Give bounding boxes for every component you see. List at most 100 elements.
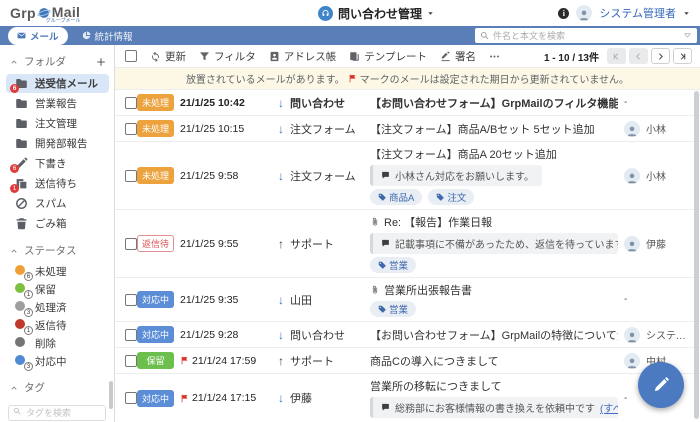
tab-statistics-label: 統計情報 (94, 31, 133, 43)
user-avatar[interactable] (576, 5, 593, 21)
info-icon[interactable]: i (558, 7, 570, 19)
sidebar-scrollbar[interactable] (109, 381, 113, 409)
sidebar-status-item[interactable]: 3 対応中 (6, 353, 109, 371)
status-label: 処理済 (35, 302, 67, 314)
sidebar-folder-item[interactable]: 6 下書き (6, 154, 109, 173)
tag-search-input[interactable] (8, 405, 106, 421)
folder-label: 送信待ち (35, 178, 77, 190)
status-count-badge: 1 (24, 290, 33, 299)
email-checkbox[interactable] (125, 122, 137, 135)
user-name[interactable]: システム管理者 (599, 5, 676, 21)
folder-icon (15, 117, 28, 130)
sidebar-folder-item[interactable]: 営業報告 (6, 94, 109, 113)
search-options-caret-icon[interactable] (683, 31, 692, 40)
assignee-avatar (624, 167, 640, 184)
tag-icon (436, 193, 444, 201)
email-sender: サポート (290, 355, 334, 368)
email-checkbox[interactable] (125, 293, 137, 306)
email-tag[interactable]: 商品A (370, 189, 423, 205)
next-page-button[interactable] (651, 48, 670, 64)
email-subject: 【お問い合わせフォーム】GrpMailのフィルタ機能について (370, 97, 618, 110)
mail-toolbar: 更新 フィルタ アドレス帳 テンプレート 署名 1 - 10 / 13件 (115, 45, 700, 68)
sidebar-status-item[interactable]: 3 処理済 (6, 299, 109, 317)
add-folder-button[interactable] (96, 57, 106, 67)
status-section-header[interactable]: ステータス (0, 234, 114, 263)
assignee-cell: 小林 (622, 167, 700, 184)
flag-icon (348, 74, 357, 83)
search-icon (13, 407, 21, 415)
show-all-link[interactable]: (すべて表示) (600, 400, 618, 415)
email-sender: サポート (290, 238, 334, 251)
email-row[interactable]: 未処理 21/1/25 10:42 ↓ 問い合わせ 【お問い合わせフォーム】GrpMai… (115, 90, 700, 116)
select-all-checkbox[interactable] (125, 50, 137, 62)
email-sender: 注文フォーム (290, 170, 356, 183)
compose-button[interactable] (638, 362, 684, 408)
list-scrollbar[interactable] (694, 91, 699, 419)
app-menu-label: 問い合わせ管理 (338, 6, 423, 21)
status-count-badge: 1 (24, 326, 33, 335)
pagination: 1 - 10 / 13件 (544, 48, 692, 64)
sidebar-folder-item[interactable]: 1 送信待ち (6, 174, 109, 193)
folder-label: 営業報告 (35, 98, 77, 110)
folder-label: スパム (35, 198, 67, 210)
last-page-button[interactable] (673, 48, 692, 64)
tab-statistics[interactable]: 統計情報 (82, 29, 133, 43)
address-book-button[interactable]: アドレス帳 (269, 49, 336, 64)
email-date: 21/1/25 9:35 (180, 293, 239, 306)
more-button[interactable] (489, 51, 500, 62)
sidebar-status-item[interactable]: 6 未処理 (6, 263, 109, 281)
refresh-button[interactable]: 更新 (150, 49, 186, 64)
flag-icon (180, 394, 189, 403)
filter-icon (199, 51, 210, 62)
email-sender: 問い合わせ (290, 97, 345, 110)
email-checkbox[interactable] (125, 169, 137, 182)
comment-icon (381, 403, 390, 412)
folder-label: 開発部報告 (35, 138, 88, 150)
sidebar-folder-item[interactable]: 注文管理 (6, 114, 109, 133)
assignee-avatar (624, 352, 640, 369)
status-badge: 対応中 (137, 326, 174, 343)
email-tag[interactable]: 営業 (370, 301, 417, 317)
email-checkbox[interactable] (125, 328, 137, 341)
sidebar-folder-item[interactable]: ごみ箱 (6, 214, 109, 233)
email-tag[interactable]: 注文 (428, 189, 475, 205)
sidebar-folder-item[interactable]: スパム (6, 194, 109, 213)
status-badge: 未処理 (137, 94, 174, 111)
signature-button[interactable]: 署名 (440, 49, 476, 64)
mail-list-pane: 更新 フィルタ アドレス帳 テンプレート 署名 1 - 10 / 13件 放置されている… (115, 45, 700, 422)
email-row[interactable]: 未処理 21/1/25 9:58 ↓ 注文フォーム 【注文フォーム】商品A 20セット追… (115, 142, 700, 210)
assignee-name: - (624, 294, 628, 305)
first-page-button[interactable] (607, 48, 626, 64)
email-checkbox[interactable] (125, 392, 137, 404)
assignee-cell: - (622, 294, 700, 305)
email-row[interactable]: 対応中 21/1/24 17:15 ↓ 伊藤 営業所の移転につきまして 総務部にお客様情報… (115, 374, 700, 422)
email-row[interactable]: 返信待 21/1/25 9:55 ↑ サポート Re: 【報告】作業日報 記載事項に不備が… (115, 210, 700, 278)
tags-section-header[interactable]: タグ (0, 371, 114, 400)
flag-icon (180, 356, 189, 365)
search-input[interactable] (493, 30, 679, 41)
email-checkbox[interactable] (125, 354, 137, 367)
prev-page-button[interactable] (629, 48, 648, 64)
sidebar-folder-item[interactable]: 開発部報告 (6, 134, 109, 153)
filter-button[interactable]: フィルタ (199, 49, 256, 64)
email-checkbox[interactable] (125, 237, 137, 250)
tab-mail-label: メール (30, 31, 59, 43)
sidebar-status-item[interactable]: 1 返信待 (6, 317, 109, 335)
sidebar-status-item[interactable]: 削除 (6, 335, 109, 352)
status-label: 対応中 (35, 356, 67, 368)
folders-section-header[interactable]: フォルダ (0, 45, 114, 74)
tab-mail[interactable]: メール (8, 26, 68, 45)
email-sender: 山田 (290, 294, 312, 307)
app-switcher-menu[interactable]: 問い合わせ管理 (318, 0, 434, 26)
email-tag[interactable]: 営業 (370, 257, 417, 273)
sidebar-status-item[interactable]: 1 保留 (6, 281, 109, 299)
email-row[interactable]: 対応中 21/1/25 9:35 ↓ 山田 営業所出張報告書 営業 - (115, 278, 700, 322)
email-row[interactable]: 保留21/1/24 17:59↑サポート商品Cの導入につきまして中村 (115, 348, 700, 374)
banner-text-before: 放置されているメールがあります。 (185, 75, 345, 86)
email-row[interactable]: 未処理 21/1/25 10:15 ↓ 注文フォーム 【注文フォーム】商品A/Bセット … (115, 116, 700, 142)
envelope-icon (17, 31, 26, 40)
email-row[interactable]: 対応中 21/1/25 9:28 ↓ 問い合わせ 【お問い合わせフォーム】GrpMail… (115, 322, 700, 348)
email-checkbox[interactable] (125, 96, 137, 109)
template-button[interactable]: テンプレート (349, 49, 427, 64)
sidebar-folder-item[interactable]: 6 送受信メール (6, 74, 109, 93)
